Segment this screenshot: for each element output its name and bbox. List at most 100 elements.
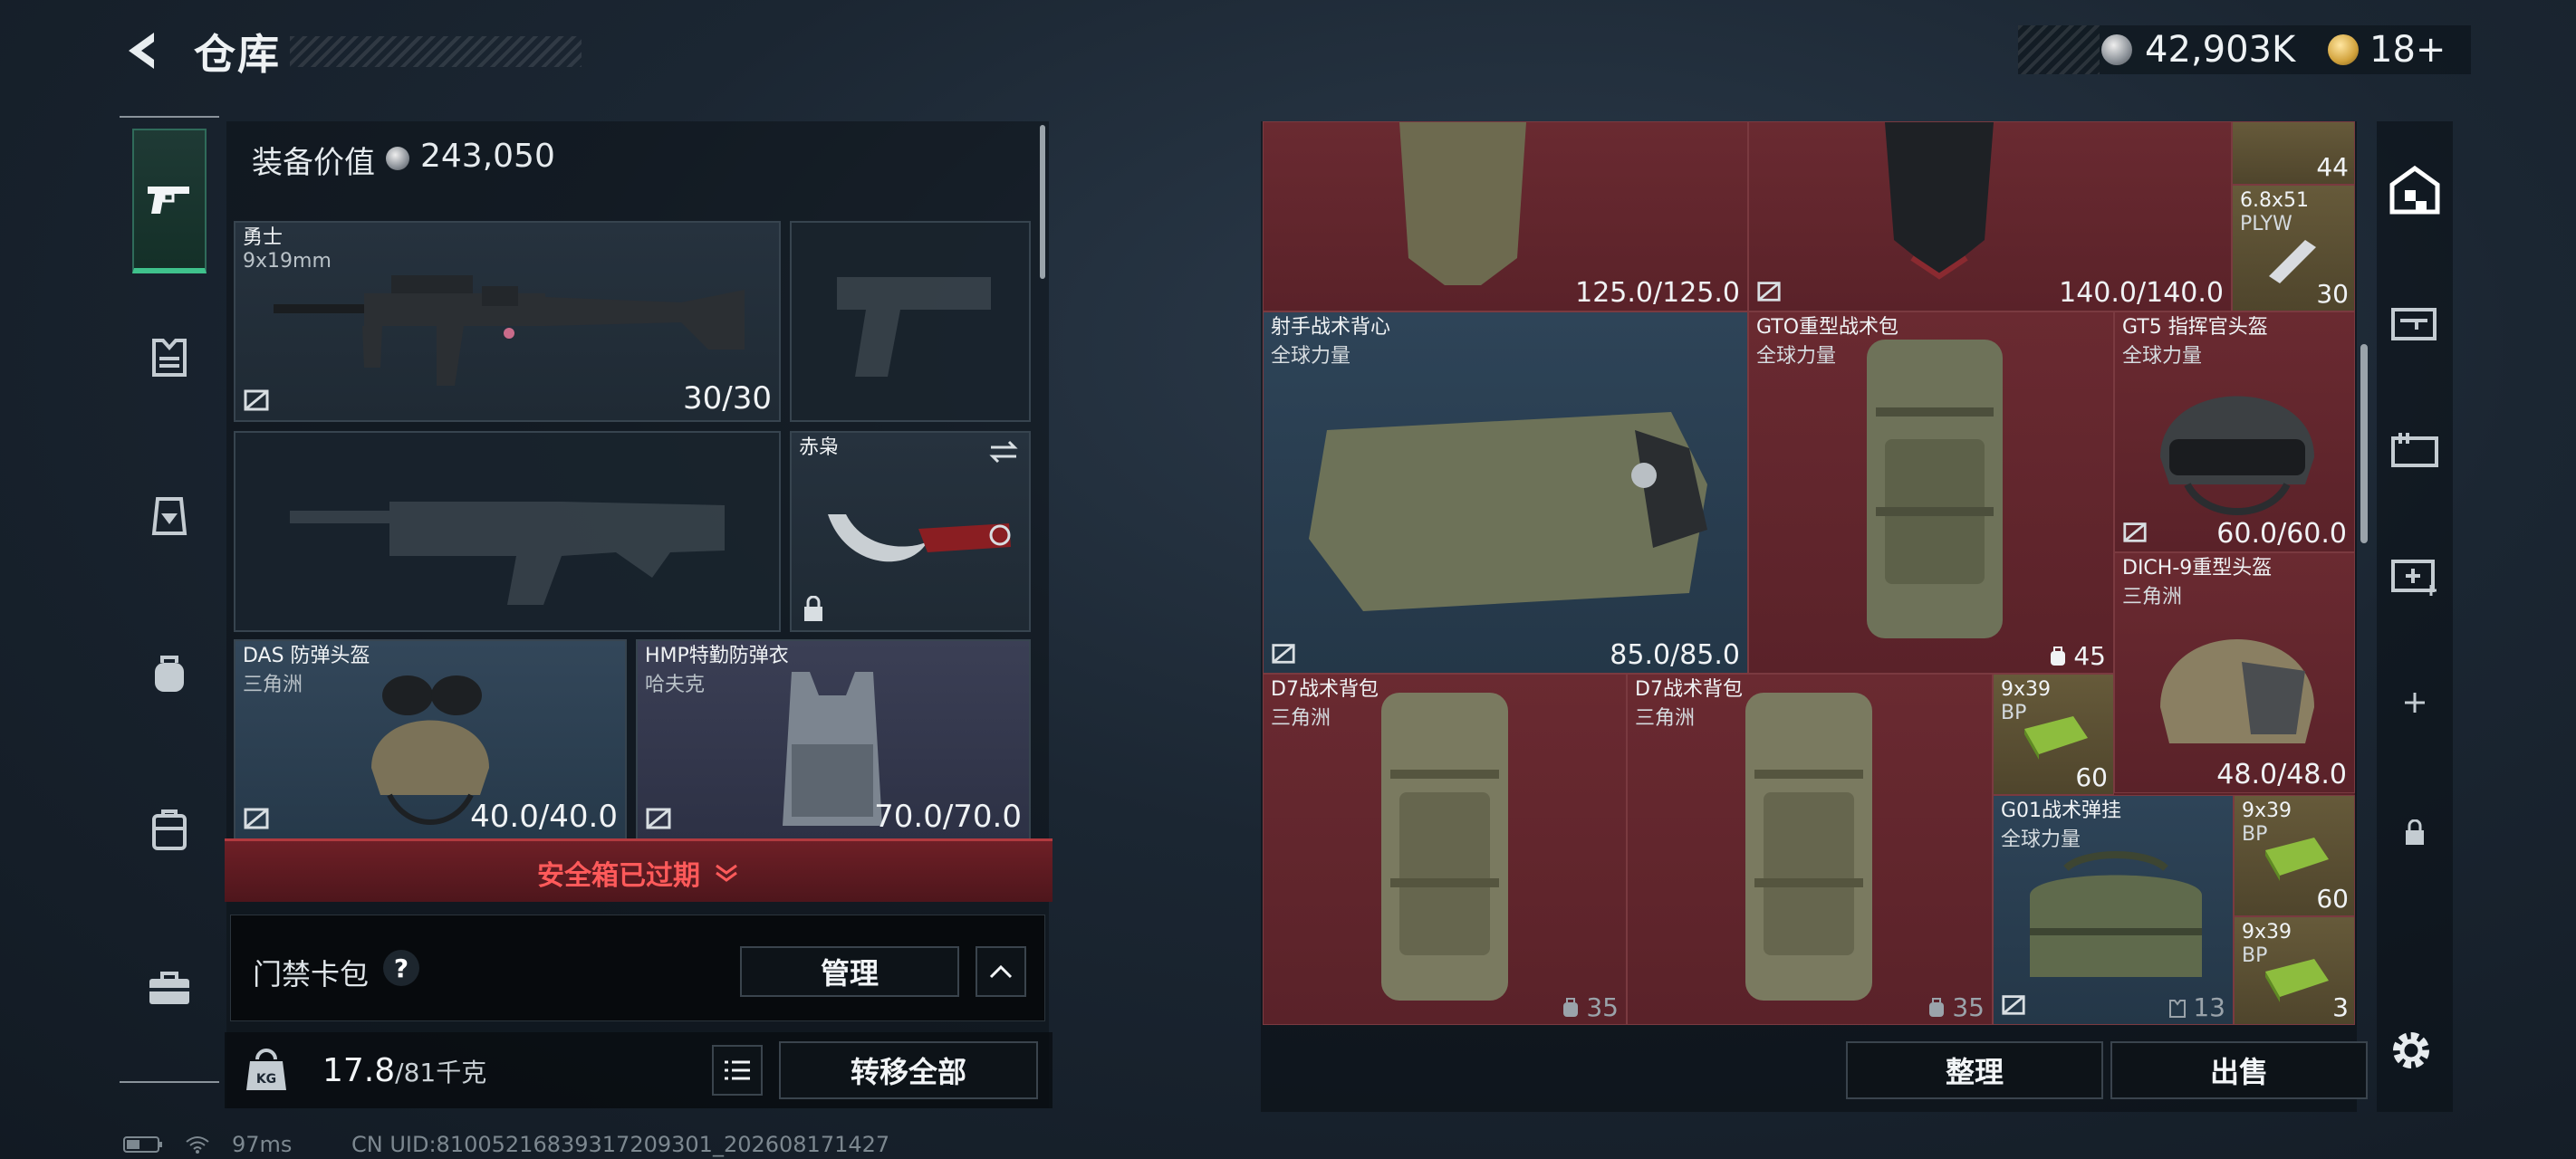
keycard-pack-panel: 门禁卡包 ? 管理 <box>230 915 1045 1021</box>
settings-gear-icon[interactable] <box>2382 1021 2440 1079</box>
rail-backpack-tab[interactable] <box>132 632 207 714</box>
sell-button[interactable]: 出售 <box>2110 1041 2368 1099</box>
equipment-scrollbar[interactable] <box>1040 125 1045 279</box>
storage-item-ammo-68[interactable]: 6.8x51 PLYW 30 <box>2232 185 2355 311</box>
item-name: DICH-9重型头盔 <box>2122 557 2273 580</box>
backpack-icon <box>155 656 184 692</box>
backpack-icon <box>1867 340 2003 638</box>
storage-scrollbar[interactable] <box>2360 344 2368 543</box>
storage-item-ammo-939-a[interactable]: 9x39 BP 60 <box>1993 674 2114 795</box>
armor-name: HMP特勤防弹衣 <box>645 645 789 667</box>
help-icon[interactable]: ? <box>383 950 419 986</box>
item-origin: 全球力量 <box>1756 345 1837 368</box>
rail-toolbox-tab[interactable] <box>132 947 207 1029</box>
tab-storage-4[interactable] <box>2386 547 2444 605</box>
title-decoration <box>290 36 582 67</box>
storage-item-d7-backpack-1[interactable]: D7战术背包 三角洲 35 <box>1263 674 1627 1025</box>
tactical-vest-icon <box>1309 412 1707 611</box>
safebox-status: 安全箱已过期 <box>537 860 700 892</box>
tab-storage-3[interactable] <box>2386 420 2444 478</box>
melee-name: 赤枭 <box>799 436 840 459</box>
tab-storage-2[interactable] <box>2386 293 2444 351</box>
armor-durability: 70.0/70.0 <box>874 799 1022 835</box>
rail-weapons-tab[interactable] <box>132 129 207 273</box>
list-view-button[interactable] <box>712 1045 763 1096</box>
helmet-icon <box>2160 639 2314 743</box>
storage-item-dich-helmet[interactable]: DICH-9重型头盔 三角洲 48.0/48.0 <box>2114 552 2355 793</box>
armor-origin: 哈夫克 <box>645 674 706 696</box>
manage-button[interactable]: 管理 <box>740 946 959 997</box>
chevron-up-icon <box>989 964 1013 979</box>
armor-slot[interactable]: HMP特勤防弹衣 哈夫克 70.0/70.0 <box>636 639 1031 840</box>
currency-bar: 42,903K 18+ <box>2018 25 2471 74</box>
safebox-expired-bar[interactable]: 安全箱已过期 <box>225 838 1053 902</box>
storage-tabs-rail <box>2377 121 2453 1112</box>
weight-panel: KG 17.8/81千克 转移全部 <box>225 1032 1053 1108</box>
weapon-ammo: 30/30 <box>683 380 772 417</box>
helmet-name: DAS 防弹头盔 <box>243 645 370 667</box>
melee-slot[interactable]: 赤枭 <box>790 431 1031 632</box>
keycard-pack-label: 门禁卡包 <box>253 957 370 991</box>
pistol-slot-empty[interactable] <box>790 221 1031 422</box>
storage-item-gt5-helmet[interactable]: GT5 指挥官头盔 全球力量 60.0/60.0 <box>2114 311 2355 552</box>
equipment-value-label: 装备价值 <box>252 145 375 181</box>
ammo-box-icon <box>2024 716 2088 760</box>
expand-button[interactable] <box>976 946 1026 997</box>
no-insurance-icon <box>1272 644 1295 664</box>
storage-item-d7-backpack-2[interactable]: D7战术背包 三角洲 35 <box>1627 674 1993 1025</box>
capacity-value: 45 <box>2073 641 2106 671</box>
rail-chest-rig-tab[interactable] <box>132 474 207 556</box>
item-capacity: 45 <box>2048 641 2106 671</box>
storage-item-body-armor-top[interactable]: 140.0/140.0 <box>1748 121 2232 311</box>
gold-amount[interactable]: 18+ <box>2369 29 2446 71</box>
back-button[interactable] <box>116 25 167 76</box>
helmet-icon <box>2160 396 2314 515</box>
transfer-all-button[interactable]: 转移全部 <box>779 1041 1038 1099</box>
storage-item-ammo-939-c[interactable]: 9x39 BP 3 <box>2234 916 2355 1025</box>
item-count: 60 <box>2316 884 2349 914</box>
storage-item-ammo-top[interactable]: 44 <box>2232 121 2355 185</box>
ammo-name: 9x39 <box>2242 800 2292 822</box>
no-insurance-icon <box>646 808 671 829</box>
storage-item-g01-rig[interactable]: G01战术弹挂 全球力量 13 <box>1993 795 2234 1025</box>
sort-button[interactable]: 整理 <box>1846 1041 2103 1099</box>
battery-icon <box>123 1136 162 1153</box>
storage-item-marksman-vest[interactable]: 射手战术背心 全球力量 85.0/85.0 <box>1263 311 1748 674</box>
equipment-value: 243,050 <box>420 138 555 175</box>
helmet-origin: 三角洲 <box>243 674 303 696</box>
warehouse-icon <box>2389 165 2440 215</box>
storage-item-armor-top[interactable]: 125.0/125.0 <box>1263 121 1748 311</box>
status-bar: 97ms <box>123 1132 292 1157</box>
helmet-slot[interactable]: DAS 防弹头盔 三角洲 40.0/40.0 <box>234 639 627 840</box>
toolbox-icon <box>149 972 189 1004</box>
karambit-icon <box>828 514 1011 562</box>
silver-coin-icon <box>386 147 409 170</box>
storage-grid: 125.0/125.0 140.0/140.0 44 6.8x51 PLYW 3… <box>1263 121 2355 1025</box>
duffel-bag-icon <box>2030 851 2202 977</box>
storage-item-ammo-939-b[interactable]: 9x39 BP 60 <box>2234 795 2355 916</box>
backpack-icon <box>1745 693 1872 1001</box>
primary-weapon-slot[interactable]: 勇士 9x19mm 30/30 <box>234 221 781 422</box>
swap-icon[interactable] <box>987 438 1020 465</box>
tab-warehouse[interactable] <box>2386 161 2444 219</box>
item-capacity: 35 <box>1561 992 1619 1022</box>
item-durability: 140.0/140.0 <box>2059 277 2224 309</box>
ammo-box-icon <box>2265 959 2329 1002</box>
add-tab-button[interactable] <box>2386 674 2444 732</box>
capacity-value: 35 <box>1586 992 1619 1022</box>
no-insurance-icon <box>244 808 269 829</box>
secondary-weapon-slot-empty[interactable] <box>234 431 781 632</box>
silver-coin-icon <box>2101 34 2132 65</box>
wifi-icon <box>186 1136 209 1154</box>
storage-item-gto-backpack[interactable]: GTO重型战术包 全球力量 45 <box>1748 311 2114 674</box>
item-name: GT5 指挥官头盔 <box>2122 316 2268 339</box>
item-origin: 全球力量 <box>1271 345 1351 368</box>
item-count: 60 <box>2075 762 2108 792</box>
pistol-icon <box>148 187 189 214</box>
rail-case-tab[interactable] <box>132 790 207 871</box>
rail-armor-tab[interactable] <box>132 317 207 398</box>
medical-case-icon <box>2391 560 2437 596</box>
plus-icon <box>2405 693 2425 713</box>
locked-tab[interactable] <box>2386 804 2444 862</box>
item-count: 3 <box>2332 992 2349 1022</box>
